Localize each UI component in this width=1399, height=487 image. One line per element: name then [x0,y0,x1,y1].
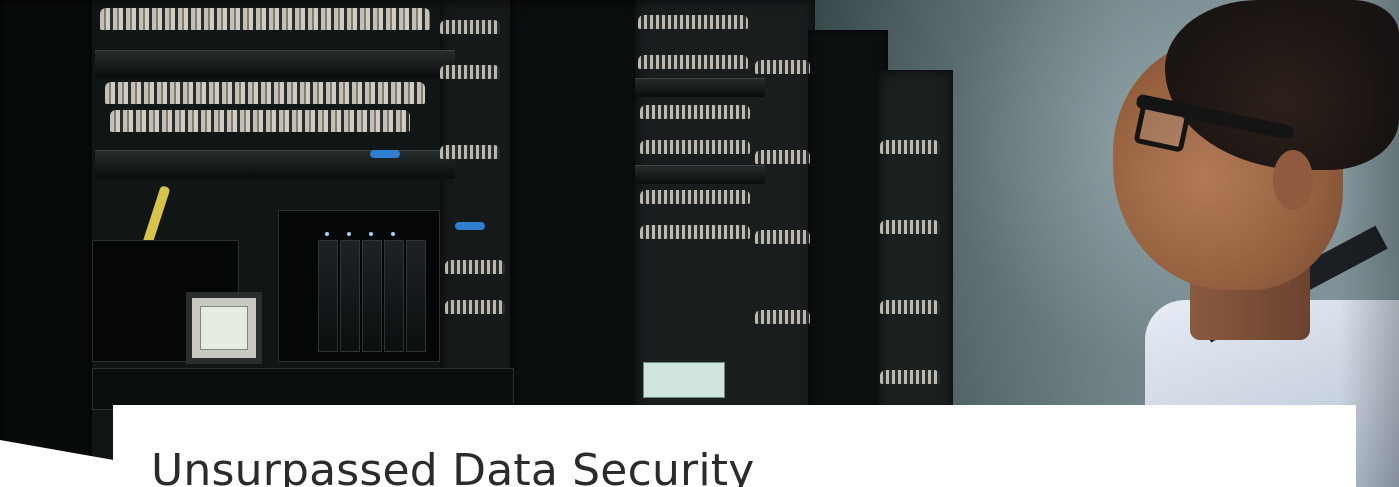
rack-server-unit [92,368,514,410]
server-rack-center [510,0,640,420]
technician-ear [1273,150,1313,210]
blue-network-cable [370,150,400,158]
nas-drive-bay [406,240,426,352]
patch-cables [755,310,810,324]
patch-cables [640,105,750,119]
patch-cables [880,140,940,154]
patch-cables [445,260,505,274]
patch-cables [105,82,425,104]
nas-drive-bay [340,240,360,352]
patch-cables [100,8,430,30]
patch-cables [755,60,810,74]
hero-title: Unsurpassed Data Security [151,445,755,487]
patch-cables [640,140,750,154]
status-led [391,232,395,236]
patch-cables [638,55,748,69]
rack-frame-edge [0,0,92,487]
status-led [325,232,329,236]
rack-shelf [635,165,765,184]
monitor-display [186,292,262,364]
patch-cables [640,225,750,239]
monitor-screen [200,306,248,350]
caption-card: Unsurpassed Data Security [113,405,1356,487]
patch-cables [755,230,810,244]
rack-shelf [635,78,765,97]
patch-cables [445,300,505,314]
server-rack-far [878,70,953,420]
patch-cables [640,190,750,204]
patch-cables [880,370,940,384]
rack-shelf [95,150,455,179]
server-rack-right [808,30,888,420]
hero-banner: Unsurpassed Data Security [0,0,1399,487]
patch-cables [110,110,410,132]
nas-drive-bay [362,240,382,352]
patch-cables [755,150,810,164]
nas-drive-bay [384,240,404,352]
patch-cables [638,15,748,29]
rack-shelf [95,50,455,79]
patch-cables [440,65,500,79]
blue-network-cable [455,222,485,230]
network-appliance [643,362,725,398]
status-led [369,232,373,236]
status-led [347,232,351,236]
patch-cables [880,300,940,314]
nas-drive-bay [318,240,338,352]
patch-cables [440,145,500,159]
patch-cables [880,220,940,234]
patch-cables [440,20,500,34]
